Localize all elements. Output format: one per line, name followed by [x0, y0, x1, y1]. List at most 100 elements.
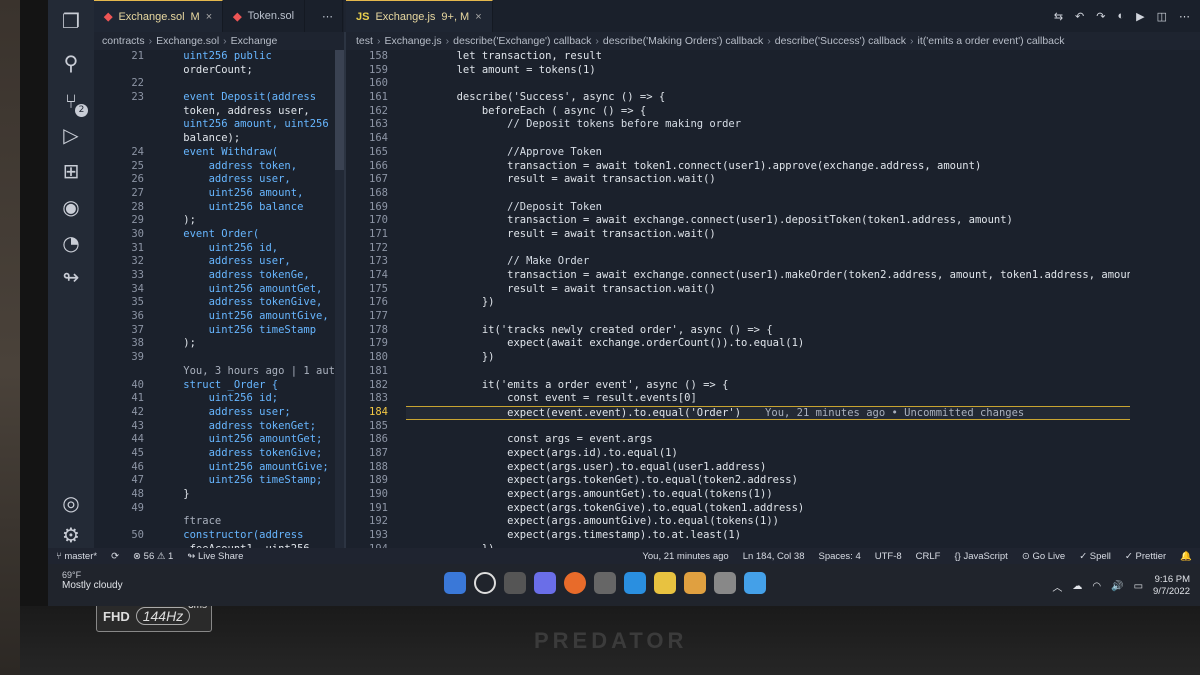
breadcrumb-item[interactable]: it('emits a order event') callback	[918, 35, 1065, 47]
code-line[interactable]: uint256 amount, uint256	[158, 118, 344, 132]
breadcrumb-item[interactable]: Exchange	[231, 35, 278, 47]
terminal-icon[interactable]	[714, 572, 736, 594]
go-back-icon[interactable]: ↶	[1075, 10, 1084, 23]
code-line[interactable]: uint256 amount,	[158, 187, 344, 201]
code-line[interactable]: orderCount;	[158, 64, 344, 78]
code-line[interactable]: describe('Success', async () => {	[406, 91, 1146, 105]
code-line[interactable]: balance);	[158, 132, 344, 146]
code-text[interactable]: uint256 public orderCount; event Deposit…	[158, 50, 344, 548]
settings-gear-icon[interactable]: ⚙	[58, 522, 84, 548]
live-share-icon[interactable]: ↬	[58, 264, 84, 290]
battery-icon[interactable]: ▭	[1134, 581, 1143, 592]
code-line[interactable]: event Deposit(address	[158, 91, 344, 105]
code-line[interactable]: address tokenGet;	[158, 420, 344, 434]
code-line[interactable]: expect(args.amountGet).to.equal(tokens(1…	[406, 488, 1146, 502]
start-icon[interactable]	[444, 572, 466, 594]
tab-exchange-sol[interactable]: ◆ Exchange.sol M ×	[94, 0, 224, 32]
search-icon[interactable]	[474, 572, 496, 594]
code-line[interactable]: const event = result.events[0]	[406, 392, 1146, 406]
code-line[interactable]: it('tracks newly created order', async (…	[406, 324, 1146, 338]
code-line[interactable]	[158, 502, 344, 516]
code-line[interactable]: uint256 timeStamp	[158, 324, 344, 338]
code-line[interactable]: You, 3 hours ago | 1 author (You)	[158, 365, 344, 379]
explorer-icon[interactable]: ❐	[58, 8, 84, 34]
breadcrumb-item[interactable]: describe('Making Orders') callback	[603, 35, 763, 47]
language-mode[interactable]: {} JavaScript	[954, 551, 1007, 562]
vertical-scrollbar[interactable]	[335, 50, 344, 548]
breadcrumb-item[interactable]: Exchange.js	[384, 35, 441, 47]
code-line[interactable]	[406, 365, 1146, 379]
breadcrumb-item[interactable]: contracts	[102, 35, 145, 47]
code-line[interactable]: uint256 amountGive;	[158, 461, 344, 475]
code-line[interactable]: result = await transaction.wait()	[406, 173, 1146, 187]
more-actions-icon[interactable]: ⋯	[313, 0, 343, 32]
code-line[interactable]: uint256 public	[158, 50, 344, 64]
close-icon[interactable]: ×	[206, 11, 212, 23]
weather-widget[interactable]: 69°F Mostly cloudy	[62, 570, 123, 591]
code-line[interactable]	[406, 187, 1146, 201]
cloud-icon[interactable]: ☁	[1072, 581, 1082, 592]
code-line[interactable]: })	[406, 351, 1146, 365]
code-line[interactable]: expect(args.user).to.equal(user1.address…	[406, 461, 1146, 475]
account-circle-icon[interactable]: ◔	[58, 230, 84, 256]
code-line[interactable]: constructor(address	[158, 529, 344, 543]
run-debug-icon[interactable]: ▷	[58, 122, 84, 148]
code-line[interactable]: it('emits a order event', async () => {	[406, 379, 1146, 393]
cursor-position[interactable]: Ln 184, Col 38	[743, 551, 805, 562]
code-line[interactable]	[406, 420, 1146, 434]
code-line[interactable]: address tokenGive,	[158, 296, 344, 310]
indentation[interactable]: Spaces: 4	[818, 551, 860, 562]
code-line[interactable]: uint256 id;	[158, 392, 344, 406]
search-icon[interactable]: ⚲	[58, 50, 84, 76]
right-editor-pane[interactable]: 158 159 160 161 162 163 164 165 166 167 168 169 170 1…	[346, 50, 1200, 548]
code-line[interactable]: transaction = await exchange.connect(use…	[406, 214, 1146, 228]
code-line[interactable]: beforeEach ( async () => {	[406, 105, 1146, 119]
code-line[interactable]: expect(args.timestamp).to.at.least(1)	[406, 529, 1146, 543]
go-forward-icon[interactable]: ↷	[1096, 10, 1105, 23]
breadcrumb-item[interactable]: describe('Success') callback	[775, 35, 906, 47]
code-line[interactable]: expect(args.tokenGet).to.equal(token2.ad…	[406, 474, 1146, 488]
teams-chat-icon[interactable]	[534, 572, 556, 594]
open-changes-icon[interactable]: ◐	[1117, 10, 1124, 22]
code-line[interactable]: let transaction, result	[406, 50, 1146, 64]
code-line[interactable]	[158, 77, 344, 91]
code-line[interactable]: address tokenGe,	[158, 269, 344, 283]
minimap-overview[interactable]	[1130, 50, 1200, 548]
app-icon[interactable]	[744, 572, 766, 594]
code-text[interactable]: let transaction, result let amount = tok…	[406, 50, 1146, 548]
code-line[interactable]: );	[158, 337, 344, 351]
code-line[interactable]: uint256 timeStamp;	[158, 474, 344, 488]
breadcrumb-item[interactable]: Exchange.sol	[156, 35, 219, 47]
code-line[interactable]: }	[158, 488, 344, 502]
problems-indicator[interactable]: ⊗ 56 ⚠ 1	[133, 551, 173, 562]
code-line[interactable]: token, address user,	[158, 105, 344, 119]
code-line[interactable]: expect(args.amountGive).to.equal(tokens(…	[406, 515, 1146, 529]
code-line[interactable]: address user,	[158, 255, 344, 269]
extensions-icon[interactable]: ⊞	[58, 158, 84, 184]
code-line[interactable]: address tokenGive;	[158, 447, 344, 461]
branch-indicator[interactable]: ⑂ master*	[56, 551, 97, 562]
left-editor-pane[interactable]: 21 22 23 24 25 26 27 28 29 30 31 32 33 34 35 36 37 38 39 40…	[94, 50, 344, 548]
code-line[interactable]: address token,	[158, 160, 344, 174]
wifi-icon[interactable]: ◠	[1092, 581, 1101, 592]
code-line[interactable]: result = await transaction.wait()	[406, 283, 1146, 297]
bell-icon[interactable]: 🔔	[1180, 551, 1192, 562]
tab-token-sol[interactable]: ◆ Token.sol	[223, 0, 306, 32]
clock[interactable]: 9:16 PM 9/7/2022	[1153, 574, 1190, 598]
code-line[interactable]	[406, 242, 1146, 256]
code-line[interactable]: //Approve Token	[406, 146, 1146, 160]
code-line[interactable]: expect(args.id).to.equal(1)	[406, 447, 1146, 461]
code-line[interactable]: );	[158, 214, 344, 228]
source-control-icon[interactable]: ⑂ 2	[58, 88, 88, 117]
code-line[interactable]	[406, 310, 1146, 324]
code-line[interactable]: expect(await exchange.orderCount()).to.e…	[406, 337, 1146, 351]
firefox-icon[interactable]	[564, 572, 586, 594]
code-line[interactable]: address user;	[158, 406, 344, 420]
code-line[interactable]: let amount = tokens(1)	[406, 64, 1146, 78]
app-icon[interactable]	[594, 572, 616, 594]
compare-icon[interactable]: ⇆	[1054, 10, 1063, 23]
app-icon[interactable]	[684, 572, 706, 594]
code-line[interactable]: result = await transaction.wait()	[406, 228, 1146, 242]
tab-exchange-js[interactable]: JS Exchange.js 9+, M ×	[346, 0, 493, 32]
scroll-thumb[interactable]	[335, 50, 344, 170]
